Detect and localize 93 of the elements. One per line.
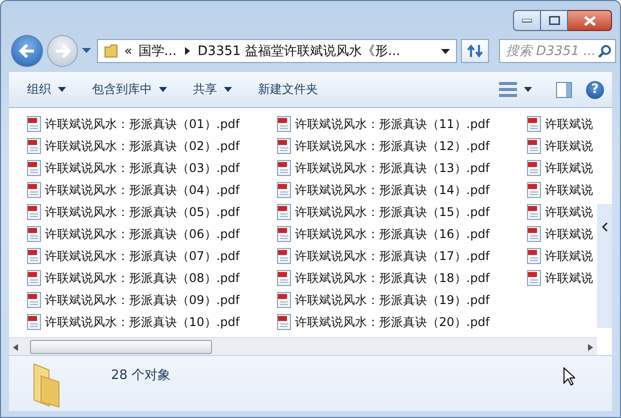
overflow-chevron[interactable]: « [124, 44, 132, 58]
file-name[interactable]: 许联斌说风水：形派真诀（14）.pdf [295, 182, 490, 198]
file-name[interactable]: 许联斌说风水：形派真诀（02）.pdf [45, 138, 240, 154]
pdf-file-icon [527, 226, 541, 242]
toolbar-button[interactable]: 共享 [183, 77, 242, 102]
maximize-icon [548, 16, 560, 25]
address-bar[interactable]: « 国学... D3351 益福堂许联斌说风水《形... [97, 39, 458, 63]
close-button[interactable] [568, 10, 612, 31]
close-icon [584, 16, 596, 26]
pdf-file-icon [527, 182, 541, 198]
pdf-file-icon [277, 138, 291, 154]
horizontal-scrollbar[interactable] [9, 337, 597, 355]
file-name[interactable]: 许联斌说风水：形派真诀（19）.pdf [295, 292, 490, 308]
pdf-file-icon [277, 182, 291, 198]
pdf-file-icon [27, 182, 41, 198]
pdf-file-icon [277, 292, 291, 308]
file-name[interactable]: 许联斌说风水：形派真诀（01）.pdf [45, 116, 240, 132]
arrow-left-icon [18, 44, 35, 58]
back-button[interactable] [11, 35, 43, 67]
toolbar-button[interactable]: 包含到库中 [82, 77, 177, 102]
breadcrumb-arrow-icon[interactable] [184, 47, 190, 55]
chevron-left-icon [602, 222, 608, 232]
pdf-file-icon [27, 226, 41, 242]
refresh-button[interactable] [461, 39, 489, 63]
pdf-file-icon [527, 160, 541, 176]
dropdown-caret-icon[interactable] [441, 48, 450, 54]
folder-icon [104, 44, 118, 58]
pdf-file-icon [277, 204, 291, 220]
file-name[interactable]: 许联斌说风水：形派真诀（16）.pdf [295, 226, 490, 242]
file-name[interactable]: 许联斌说 [545, 270, 593, 286]
file-name[interactable]: 许联斌说风水：形派真诀（09）.pdf [45, 292, 240, 308]
file-name[interactable]: 许联斌说 [545, 116, 593, 132]
scroll-right-icon[interactable] [588, 344, 593, 350]
toolbar-button[interactable]: 组织 [17, 77, 76, 102]
pdf-file-icon [527, 204, 541, 220]
pdf-file-icon [27, 116, 41, 132]
pdf-file-icon [27, 160, 41, 176]
file-name[interactable]: 许联斌说 [545, 160, 593, 176]
arrow-right-icon [54, 44, 71, 58]
search-icon [598, 44, 611, 58]
file-name[interactable]: 许联斌说 [545, 138, 593, 154]
view-list-icon [499, 82, 517, 98]
pdf-file-icon [27, 204, 41, 220]
file-name[interactable]: 许联斌说 [545, 248, 593, 264]
pdf-file-icon [277, 160, 291, 176]
recent-pages-caret-icon[interactable] [82, 48, 92, 54]
file-name[interactable]: 许联斌说风水：形派真诀（04）.pdf [45, 182, 240, 198]
file-name[interactable]: 许联斌说风水：形派真诀（20）.pdf [295, 314, 490, 330]
caret-icon [524, 87, 532, 92]
file-name[interactable]: 许联斌说风水：形派真诀（15）.pdf [295, 204, 490, 220]
pdf-file-icon [527, 138, 541, 154]
item-count: 28 个对象 [111, 367, 171, 385]
file-name[interactable]: 许联斌说风水：形派真诀（08）.pdf [45, 270, 240, 286]
file-name[interactable]: 许联斌说 [545, 226, 593, 242]
refresh-arrows-icon [467, 44, 484, 58]
file-name[interactable]: 许联斌说风水：形派真诀（03）.pdf [45, 160, 240, 176]
toolbar-button[interactable]: 新建文件夹 [248, 77, 328, 102]
mouse-pointer-icon [563, 367, 575, 386]
file-name[interactable]: 许联斌说风水：形派真诀（06）.pdf [45, 226, 240, 242]
file-name[interactable]: 许联斌说风水：形派真诀（10）.pdf [45, 314, 240, 330]
file-name[interactable]: 许联斌说风水：形派真诀（12）.pdf [295, 138, 490, 154]
pdf-file-icon [27, 248, 41, 264]
pdf-file-icon [277, 226, 291, 242]
pdf-file-icon [277, 270, 291, 286]
file-name[interactable]: 许联斌说风水：形派真诀（17）.pdf [295, 248, 490, 264]
file-name[interactable]: 许联斌说 [545, 204, 593, 220]
pdf-file-icon [27, 314, 41, 330]
pane-icon [556, 82, 572, 98]
pdf-file-icon [277, 248, 291, 264]
pdf-file-icon [27, 270, 41, 286]
minimize-button[interactable] [513, 10, 541, 31]
pane-toggle[interactable] [597, 204, 612, 328]
help-button[interactable]: ? [586, 80, 604, 98]
pdf-file-icon [27, 138, 41, 154]
file-name[interactable]: 许联斌说风水：形派真诀（11）.pdf [295, 116, 490, 132]
file-name[interactable]: 许联斌说风水：形派真诀（13）.pdf [295, 160, 490, 176]
file-name[interactable]: 许联斌说 [545, 182, 593, 198]
breadcrumb-item[interactable]: D3351 益福堂许联斌说风水《形... [198, 42, 400, 60]
search-field[interactable]: 搜索 D3351 ... [499, 39, 616, 63]
pdf-file-icon [277, 116, 291, 132]
pdf-file-icon [527, 270, 541, 286]
pdf-file-icon [527, 116, 541, 132]
minimize-icon [522, 18, 532, 22]
pdf-file-icon [27, 292, 41, 308]
pdf-file-icon [527, 248, 541, 264]
scroll-left-icon[interactable] [13, 344, 18, 350]
scrollbar-thumb[interactable] [30, 340, 212, 354]
pdf-file-icon [277, 314, 291, 330]
maximize-button[interactable] [541, 10, 568, 31]
file-name[interactable]: 许联斌说风水：形派真诀（07）.pdf [45, 248, 240, 264]
file-name[interactable]: 许联斌说风水：形派真诀（05）.pdf [45, 204, 240, 220]
breadcrumb-item[interactable]: 国学... [138, 42, 177, 60]
file-name[interactable]: 许联斌说风水：形派真诀（18）.pdf [295, 270, 490, 286]
